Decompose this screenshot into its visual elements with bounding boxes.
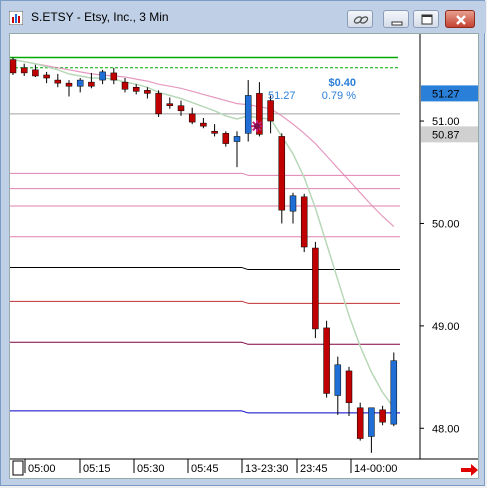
title-bar[interactable]: S.ETSY - Etsy, Inc., 3 Min — [1, 1, 486, 33]
close-icon — [456, 15, 466, 25]
candle[interactable] — [188, 113, 196, 123]
candle[interactable] — [132, 87, 140, 92]
price-chart[interactable]: $0.40 51.27 0.79 % 48.00 49.00 50.00 51.00 51.… — [10, 34, 478, 478]
x-tick-label: 13-23:30 — [245, 463, 288, 475]
candle[interactable] — [110, 72, 118, 81]
level-line — [241, 300, 249, 304]
info-price: 51.27 — [268, 90, 296, 102]
minimize-button[interactable] — [383, 10, 409, 28]
candle[interactable] — [233, 136, 241, 142]
minimize-icon — [391, 21, 403, 26]
level-line — [241, 341, 249, 345]
signal-marker-icon[interactable] — [251, 120, 263, 133]
candle[interactable] — [76, 79, 84, 87]
y-tick-label: 48.00 — [432, 423, 460, 435]
x-tick-label: 23:45 — [300, 463, 328, 475]
candle[interactable] — [244, 95, 252, 134]
candle[interactable] — [20, 67, 28, 74]
link-icon — [353, 16, 369, 24]
current-price-tag: 50.87 — [421, 126, 478, 143]
candle[interactable] — [368, 407, 375, 437]
candle[interactable] — [177, 105, 185, 112]
candle[interactable] — [200, 122, 207, 127]
x-tick-label: 14-00:00 — [354, 463, 397, 475]
signal-marker-core — [254, 123, 260, 130]
candle[interactable] — [99, 71, 106, 81]
candle[interactable] — [300, 196, 308, 248]
candle[interactable] — [356, 407, 364, 439]
candle[interactable] — [155, 93, 162, 115]
level-line — [241, 410, 249, 414]
scroll-thumb[interactable] — [12, 460, 24, 476]
chart-app-icon — [9, 11, 23, 25]
candle[interactable] — [289, 195, 297, 212]
level-line — [241, 267, 249, 271]
restore-button[interactable] — [413, 10, 439, 28]
y-tick-label: 50.00 — [432, 218, 460, 230]
candle[interactable] — [88, 81, 95, 87]
candle[interactable] — [32, 69, 39, 77]
x-tick-label: 05:45 — [191, 463, 219, 475]
current-price-tag-label: 50.87 — [432, 129, 460, 141]
link-button[interactable] — [347, 10, 373, 28]
candle[interactable] — [222, 133, 230, 144]
candle[interactable] — [54, 79, 62, 84]
candle[interactable] — [323, 327, 330, 394]
candle[interactable] — [312, 247, 319, 330]
y-tick-label: 51.00 — [432, 116, 460, 128]
candle[interactable] — [65, 82, 73, 87]
restore-icon — [421, 14, 433, 25]
x-tick-label: 05:30 — [137, 463, 165, 475]
candle[interactable] — [278, 136, 286, 211]
candle[interactable] — [267, 100, 274, 122]
right-arrow-icon[interactable] — [461, 464, 478, 476]
last-price-tag-label: 51.27 — [432, 88, 460, 100]
candle[interactable] — [121, 81, 129, 90]
candle[interactable] — [211, 131, 218, 134]
close-button[interactable] — [445, 10, 475, 28]
candle[interactable] — [379, 409, 386, 423]
candle[interactable] — [43, 74, 50, 79]
window-title: S.ETSY - Etsy, Inc., 3 Min — [31, 10, 169, 24]
candle[interactable] — [345, 370, 353, 403]
candle[interactable] — [390, 360, 398, 425]
ema-fast-line — [12, 58, 395, 409]
x-tick-label: 05:00 — [28, 463, 56, 475]
x-tick-label: 05:15 — [83, 463, 111, 475]
info-change: $0.40 — [328, 77, 356, 89]
candle[interactable] — [144, 90, 151, 94]
level-line — [241, 172, 249, 176]
right-arrow-shape — [461, 464, 478, 476]
last-price-tag: 51.27 — [421, 85, 478, 102]
chart-window: S.ETSY - Etsy, Inc., 3 Min $0.40 51.27 0… — [0, 0, 486, 486]
candle[interactable] — [10, 59, 17, 74]
info-percent: 0.79 % — [322, 90, 356, 102]
chart-area[interactable]: $0.40 51.27 0.79 % 48.00 49.00 50.00 51.00 51.… — [9, 33, 479, 479]
candle[interactable] — [334, 364, 342, 396]
candle[interactable] — [166, 103, 174, 106]
y-tick-label: 49.00 — [432, 321, 460, 333]
